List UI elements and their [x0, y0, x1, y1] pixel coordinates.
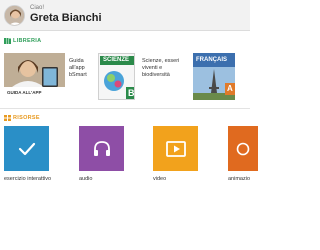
resource-tile-audio[interactable]	[79, 126, 124, 171]
resource-tile-animazione[interactable]	[228, 126, 258, 171]
libreria-section-label: LIBRERIA	[4, 38, 41, 44]
book-cover-guida[interactable]: GUIDA ALL'APP	[4, 53, 65, 100]
resource-label-video[interactable]: video	[153, 176, 166, 182]
francais-cover-badge: A	[227, 84, 233, 93]
play-icon	[165, 140, 186, 157]
animation-icon	[236, 142, 250, 155]
resources-icon	[4, 115, 11, 121]
books-icon	[4, 38, 11, 44]
section-divider	[0, 108, 250, 109]
libreria-label-text: LIBRERIA	[13, 38, 42, 44]
guida-cover-text: GUIDA ALL'APP	[7, 90, 42, 95]
avatar-photo	[5, 6, 24, 25]
resource-label-animazione[interactable]: animazio	[228, 176, 250, 182]
book-cover-francais[interactable]: FRANÇAIS A	[193, 53, 235, 100]
user-name: Greta Bianchi	[30, 12, 102, 24]
greeting-text: Ciao!	[30, 5, 45, 11]
risorse-section-label: RISORSE	[4, 115, 40, 121]
user-avatar[interactable]	[4, 5, 25, 26]
checkmark-icon	[18, 142, 35, 155]
francais-cover-title: FRANÇAIS	[196, 57, 227, 63]
headphones-icon	[93, 140, 110, 156]
book-cover-scienze[interactable]: SCIENZE B	[98, 53, 135, 100]
book-title-guida[interactable]: Guida all'app bSmart	[69, 58, 97, 79]
book-title-scienze[interactable]: Scienze, esseri viventi e biodiversità	[142, 58, 190, 79]
risorse-label-text: RISORSE	[13, 115, 40, 121]
user-header: Ciao! Greta Bianchi	[0, 0, 250, 31]
resource-tile-esercizio[interactable]	[4, 126, 49, 171]
resource-label-audio[interactable]: audio	[79, 176, 92, 182]
resource-tile-video[interactable]	[153, 126, 198, 171]
scienze-cover-badge: B	[128, 88, 135, 98]
scienze-cover-title: SCIENZE	[103, 57, 130, 63]
resource-label-esercizio[interactable]: esercizio interattivo	[4, 176, 51, 182]
